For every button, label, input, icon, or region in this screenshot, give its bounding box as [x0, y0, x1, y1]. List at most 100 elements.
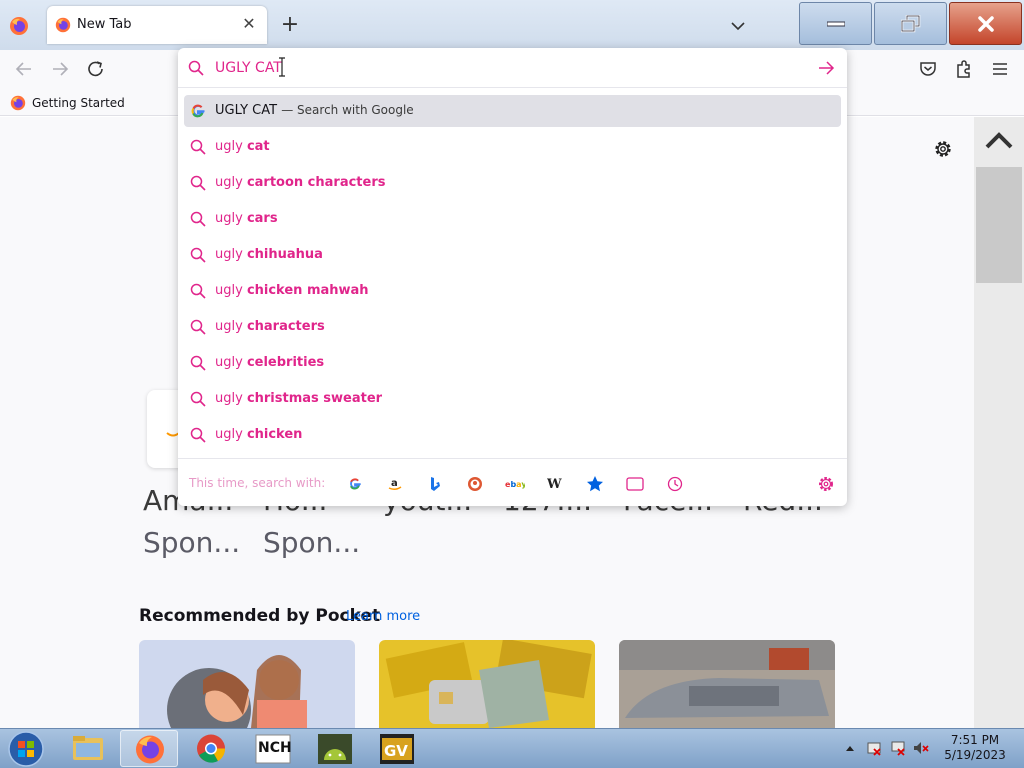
suggestion-text: UGLY CAT — Search with Google — [215, 103, 414, 118]
system-tray[interactable] — [842, 737, 932, 759]
suggestion-item[interactable]: ugly celebrities — [184, 347, 841, 379]
chevron-up-icon — [846, 746, 854, 751]
pocket-icon[interactable] — [916, 58, 940, 80]
svg-text:W: W — [547, 477, 562, 491]
search-icon — [190, 211, 206, 227]
new-tab-button[interactable]: + — [278, 12, 302, 40]
suggestion-item[interactable]: ugly cartoon characters — [184, 167, 841, 199]
search-icon — [190, 139, 206, 155]
search-icon — [188, 60, 204, 76]
svg-text:NCH: NCH — [258, 740, 292, 756]
pocket-card-image[interactable] — [379, 640, 595, 728]
chrome-icon — [197, 734, 226, 763]
go-arrow-icon[interactable] — [817, 60, 835, 76]
start-button[interactable] — [6, 730, 46, 768]
tab-strip: New Tab ✕ + — [0, 0, 1024, 50]
wikipedia-engine-icon[interactable]: W — [544, 473, 566, 495]
bookmark-star-icon[interactable] — [584, 473, 606, 495]
history-clock-icon[interactable] — [664, 473, 686, 495]
tile-sponsored: Spon... — [143, 526, 241, 559]
folder-icon — [73, 736, 103, 760]
suggestion-search-google[interactable]: UGLY CAT — Search with Google — [184, 95, 841, 127]
urlbar-input[interactable] — [215, 58, 795, 78]
suggestion-item[interactable]: ugly chicken mahwah — [184, 275, 841, 307]
clock-time: 7:51 PM — [950, 733, 1000, 747]
search-icon — [190, 283, 206, 299]
duckduckgo-engine-icon[interactable] — [464, 473, 486, 495]
speaker-icon — [914, 742, 921, 754]
taskbar-nch-software[interactable]: NCH — [244, 730, 302, 767]
gear-icon[interactable] — [816, 474, 836, 494]
suggestion-item[interactable]: ugly cat — [184, 131, 841, 163]
forward-arrow-icon[interactable] — [48, 58, 72, 80]
taskbar-firefox[interactable] — [120, 730, 178, 767]
gear-icon[interactable] — [932, 138, 954, 160]
suggestion-text: ugly cars — [215, 211, 278, 226]
windows-taskbar: NCH GV 7:51 PM 5/19/2023 — [0, 728, 1024, 768]
suggestion-text: ugly celebrities — [215, 355, 325, 370]
suggestion-item[interactable]: ugly christmas sweater — [184, 383, 841, 415]
search-icon — [190, 247, 206, 263]
one-off-search-row: This time, search with: a ebay W — [178, 458, 847, 506]
pocket-heading: Recommended by Pocket — [139, 606, 381, 626]
windows-logo-icon — [8, 731, 44, 767]
pocket-card-image[interactable] — [139, 640, 355, 728]
minimize-button[interactable] — [799, 2, 872, 45]
suggestion-text: ugly cartoon characters — [215, 175, 386, 190]
back-arrow-icon[interactable] — [12, 58, 36, 80]
nch-software-icon: NCH — [255, 734, 292, 764]
taskbar-gv-app[interactable]: GV — [368, 730, 426, 767]
svg-text:a: a — [391, 478, 398, 489]
menu-icon[interactable] — [988, 58, 1012, 80]
android-icon — [318, 734, 352, 764]
taskbar-clock[interactable]: 7:51 PM 5/19/2023 — [935, 733, 1015, 763]
suggestion-engine-label: — Search with Google — [281, 103, 414, 117]
suggestion-item[interactable]: ugly chihuahua — [184, 239, 841, 271]
suggestion-query: UGLY CAT — [215, 103, 278, 118]
google-engine-icon[interactable] — [344, 473, 366, 495]
chevron-down-icon[interactable] — [726, 14, 750, 38]
suggestion-text: ugly chicken — [215, 427, 303, 442]
minimize-icon — [826, 21, 845, 26]
one-off-label: This time, search with: — [189, 476, 326, 490]
gv-app-icon: GV — [380, 734, 414, 764]
suggestion-item[interactable]: ugly chicken — [184, 419, 841, 451]
chevron-up-icon[interactable] — [974, 123, 1024, 159]
suggestion-text: ugly chihuahua — [215, 247, 323, 262]
close-tab-button[interactable]: ✕ — [239, 14, 259, 34]
suggestion-item[interactable]: ugly characters — [184, 311, 841, 343]
scrollbar-thumb[interactable] — [976, 167, 1022, 283]
close-icon — [977, 15, 994, 32]
suggestion-text: ugly cat — [215, 139, 270, 154]
taskbar-chrome[interactable] — [182, 730, 240, 767]
reload-icon[interactable] — [84, 58, 108, 80]
search-icon — [190, 427, 206, 443]
tile-sponsored: Spon... — [263, 526, 361, 559]
ebay-engine-icon[interactable]: ebay — [504, 473, 526, 495]
suggestion-text: ugly chicken mahwah — [215, 283, 369, 298]
urlbar-input-row[interactable] — [178, 48, 847, 88]
text-cursor-icon — [279, 57, 285, 77]
pocket-card-image[interactable] — [619, 640, 835, 728]
search-icon — [190, 319, 206, 335]
search-icon — [190, 391, 206, 407]
suggestion-item[interactable]: ugly cars — [184, 203, 841, 235]
page-scrollbar[interactable] — [974, 117, 1024, 728]
restore-button[interactable] — [874, 2, 947, 45]
bing-engine-icon[interactable] — [424, 473, 446, 495]
firefox-icon — [55, 17, 71, 33]
taskbar-explorer[interactable] — [58, 730, 116, 767]
learn-more-link[interactable]: Learn more — [346, 609, 420, 624]
firefox-icon[interactable] — [9, 16, 29, 36]
taskbar-android-app[interactable] — [306, 730, 364, 767]
amazon-engine-icon[interactable]: a — [384, 473, 406, 495]
urlbar-dropdown: UGLY CAT — Search with Google ugly cat u… — [178, 48, 847, 506]
close-window-button[interactable] — [949, 2, 1022, 45]
bookmark-getting-started[interactable]: Getting Started — [10, 94, 125, 112]
extensions-icon[interactable] — [952, 58, 976, 80]
svg-text:GV: GV — [384, 742, 408, 760]
tab-icon[interactable] — [624, 473, 646, 495]
suggestion-text: ugly characters — [215, 319, 325, 334]
tab-new-tab[interactable]: New Tab ✕ — [47, 6, 267, 44]
suggestion-text: ugly christmas sweater — [215, 391, 383, 406]
